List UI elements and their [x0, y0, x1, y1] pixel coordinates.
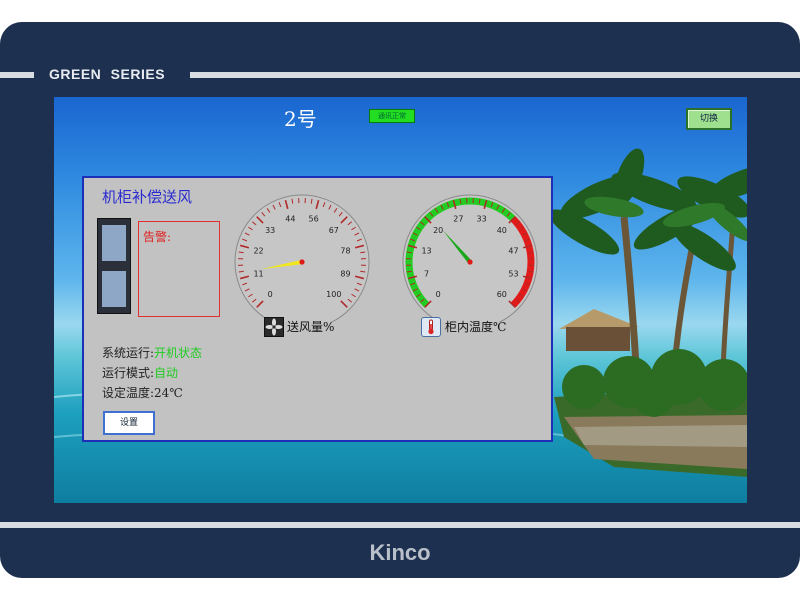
gauge-tick-label: 56 [309, 215, 319, 224]
gauge-tick-label: 33 [477, 215, 487, 224]
info-label: 系统运行: [102, 346, 155, 360]
gauge-face [234, 194, 370, 322]
airflow-gauge: 0 11 22 33 44 56 67 78 89 100 [234, 194, 370, 322]
hmi-screen: 2号 通讯正常 切换 机柜补偿送风 告警: 0 11 22 33 44 56 67 78 89 1… [54, 97, 747, 503]
gauge-tick-label: 20 [433, 226, 443, 235]
status-indicator: 通讯正常 [369, 109, 415, 123]
fan-icon [264, 317, 284, 337]
gauge-tick-label: 33 [265, 226, 275, 235]
device-screen [102, 271, 126, 307]
gauge-tick-label: 60 [497, 290, 507, 299]
gauge-tick-label: 13 [421, 246, 431, 255]
gauge-tick-label: 0 [268, 290, 273, 299]
gauge-tick-label: 7 [424, 270, 429, 279]
series-label: GREEN SERIES [49, 66, 166, 82]
device-screen [102, 225, 126, 261]
alarm-label: 告警: [143, 230, 172, 244]
info-value: 开机状态 [154, 346, 203, 360]
info-value: 自动 [154, 366, 179, 380]
settings-button[interactable]: 设置 [103, 411, 155, 435]
bezel-stripe [190, 72, 800, 78]
gauge-tick-label: 53 [508, 270, 518, 279]
info-label: 设定温度: [102, 386, 155, 400]
gauge-tick-label: 11 [253, 270, 263, 279]
info-row-system-run: 系统运行:开机状态 [102, 344, 202, 361]
gauge-tick-label: 78 [340, 246, 350, 255]
brand-logo: Kinco [369, 540, 431, 565]
gauge-tick-label: 40 [497, 226, 507, 235]
gauge-tick-label: 67 [329, 226, 339, 235]
bezel-stripe [0, 522, 800, 528]
gauge-tick-label: 89 [340, 270, 350, 279]
gauge-tick-label: 44 [285, 215, 295, 224]
control-panel: 机柜补偿送风 告警: 0 11 22 33 44 56 67 78 89 100 送风量% 0 7 1… [82, 176, 553, 442]
info-label: 运行模式: [102, 366, 155, 380]
info-value: 24℃ [154, 386, 183, 400]
gauge-tick-label: 27 [453, 215, 463, 224]
info-row-run-mode: 运行模式:自动 [102, 364, 178, 381]
gauge-tick-label: 47 [508, 246, 518, 255]
gauge-tick-label: 0 [436, 290, 441, 299]
switch-button[interactable]: 切换 [686, 108, 732, 130]
gauge-hub [299, 259, 305, 265]
gauge-hub [467, 259, 473, 265]
temperature-gauge: 0 7 13 20 27 33 40 47 53 60 [402, 194, 538, 322]
bezel-stripe [0, 72, 34, 78]
gauge-tick-label: 22 [253, 246, 263, 255]
hmi-device-icon [97, 218, 131, 314]
gauge-tick-label: 100 [326, 290, 341, 299]
alarm-box: 告警: [138, 221, 220, 317]
thermometer-icon [421, 317, 441, 337]
panel-title: 机柜补偿送风 [102, 188, 193, 206]
screen-title: 2号 [284, 107, 317, 131]
airflow-caption: 送风量% [287, 320, 335, 334]
info-row-set-temp: 设定温度:24℃ [102, 384, 183, 401]
temperature-caption: 柜内温度℃ [445, 320, 507, 334]
